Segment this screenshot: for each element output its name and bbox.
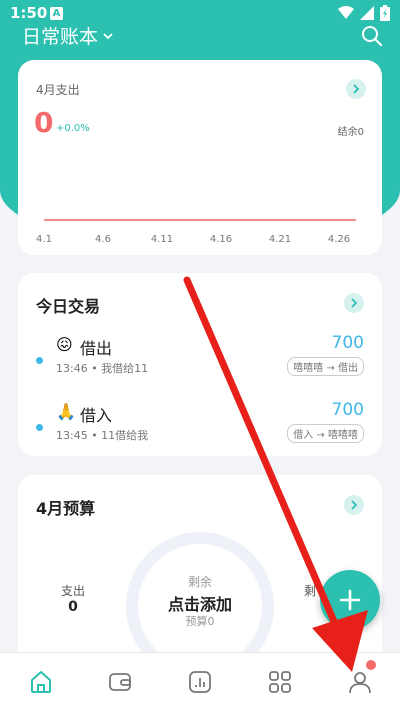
- app-header: 日常账本: [0, 22, 400, 52]
- monthly-expense-card[interactable]: 4月支出 0 +0.0% 结余0 4.1 4.6 4.11 4.16 4.21 4.26: [18, 60, 382, 255]
- today-transactions-card: 今日交易 😖 借出 13:46 • 我借给11 700 嘻嘻嘻 → 借出 🙏 借…: [18, 273, 382, 456]
- transaction-amount: 700: [331, 333, 364, 353]
- statistics-icon[interactable]: [187, 669, 213, 695]
- budget-spent-label: 支出: [60, 584, 85, 598]
- today-title: 今日交易: [36, 297, 101, 316]
- search-icon[interactable]: [360, 24, 384, 48]
- x-tick-label: 4.16: [210, 234, 232, 245]
- budget-right-label: 剩: [304, 584, 317, 598]
- budget-card: 4月预算 支出 0 剩余 点击添加 预算0 剩: [18, 475, 382, 680]
- transaction-dot: [36, 424, 43, 431]
- wallet-icon[interactable]: [107, 669, 133, 695]
- budget-more-button[interactable]: [344, 495, 364, 515]
- budget-spent-value: 0: [68, 599, 78, 615]
- transaction-meta: 13:45 • 11借给我: [56, 429, 149, 442]
- x-tick-label: 4.6: [95, 234, 111, 245]
- transaction-emoji: 😖: [56, 335, 73, 354]
- x-tick-label: 4.26: [328, 234, 350, 245]
- budget-total-label: 预算0: [185, 615, 215, 628]
- budget-title: 4月预算: [36, 499, 96, 518]
- transaction-meta: 13:46 • 我借给11: [56, 362, 149, 375]
- transaction-name: 借入: [80, 406, 113, 425]
- book-selector[interactable]: 日常账本: [22, 22, 114, 49]
- signal-icon: [360, 6, 374, 20]
- profile-icon[interactable]: [347, 669, 373, 695]
- battery-icon: [380, 5, 390, 21]
- monthly-expense-title: 4月支出: [36, 83, 80, 97]
- today-more-button[interactable]: [344, 293, 364, 313]
- add-record-button[interactable]: [320, 570, 380, 630]
- transaction-dot: [36, 357, 43, 364]
- expense-line-chart: 4.1 4.6 4.11 4.16 4.21 4.26: [36, 219, 356, 245]
- monthly-expense-more-button[interactable]: [346, 79, 366, 99]
- wifi-icon: [338, 6, 354, 19]
- apps-grid-icon[interactable]: [267, 669, 293, 695]
- bottom-nav: [0, 652, 400, 710]
- transaction-name: 借出: [80, 339, 113, 358]
- plus-icon: [339, 589, 361, 611]
- x-tick-label: 4.21: [269, 234, 291, 245]
- status-icons: [338, 5, 390, 21]
- transaction-flow: 嘻嘻嘻 → 借出: [287, 357, 364, 376]
- budget-remaining-label: 剩余: [187, 575, 212, 589]
- budget-add-label[interactable]: 点击添加: [126, 591, 274, 615]
- status-time: 1:50: [10, 4, 48, 22]
- home-icon[interactable]: [28, 669, 54, 695]
- x-tick-label: 4.1: [36, 234, 52, 245]
- expense-amount: 0: [34, 106, 54, 139]
- book-title-label: 日常账本: [22, 26, 99, 48]
- notification-badge: A: [50, 7, 63, 20]
- chevron-right-icon: [351, 500, 358, 510]
- chevron-right-icon: [351, 298, 358, 308]
- transaction-row[interactable]: 🙏 借入 13:45 • 11借给我 700 借入 → 嘻嘻嘻: [18, 400, 382, 460]
- expense-change: +0.0%: [56, 123, 90, 134]
- chevron-down-icon: [103, 32, 113, 39]
- x-tick-label: 4.11: [151, 234, 173, 245]
- transaction-emoji: 🙏: [56, 402, 76, 421]
- balance-label: 结余0: [337, 127, 364, 138]
- chevron-right-icon: [353, 84, 360, 94]
- transaction-row[interactable]: 😖 借出 13:46 • 我借给11 700 嘻嘻嘻 → 借出: [18, 333, 382, 393]
- profile-notification-dot: [366, 660, 376, 670]
- transaction-amount: 700: [331, 400, 364, 420]
- transaction-flow: 借入 → 嘻嘻嘻: [287, 424, 364, 443]
